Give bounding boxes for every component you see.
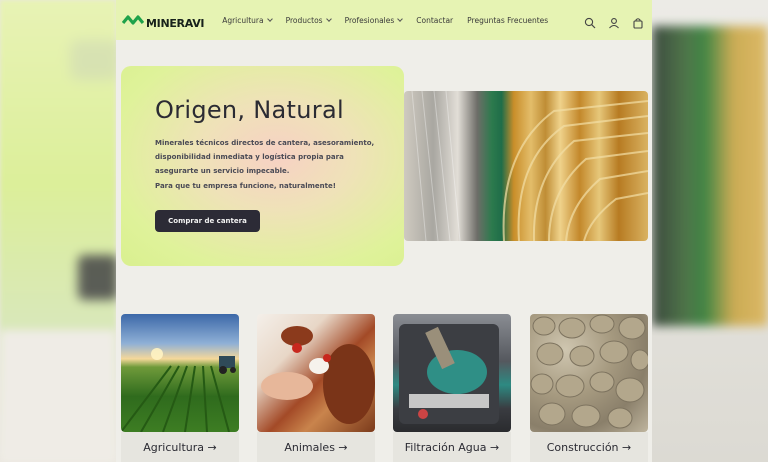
nav-item-agricultura[interactable]: Agricultura (222, 15, 273, 25)
logo[interactable]: MINERAVI (121, 11, 205, 30)
hero-title: Origen, Natural (155, 96, 344, 124)
nav-label: Agricultura (222, 15, 264, 25)
blurred-background-left (0, 0, 120, 462)
logo-text: MINERAVI (146, 16, 205, 30)
hero-panel: Origen, Natural Minerales técnicos direc… (121, 66, 404, 266)
page: MINERAVI Agricultura Productos Profesion… (116, 0, 652, 462)
nav-label: Productos (285, 15, 323, 25)
category-card-filtracion-agua[interactable]: Filtración Agua → (393, 314, 511, 462)
cart-icon[interactable] (632, 14, 644, 29)
category-label: Construcción → (530, 432, 648, 462)
shop-quarry-button[interactable]: Comprar de cantera (155, 210, 260, 232)
account-icon[interactable] (608, 14, 620, 29)
main-nav: Agricultura Productos Profesionales Cont… (222, 16, 584, 25)
hero-tagline: Para que tu empresa funcione, naturalmen… (155, 182, 336, 190)
water-filtration-image (393, 314, 511, 432)
nav-item-productos[interactable]: Productos (285, 15, 332, 25)
search-icon[interactable] (584, 14, 596, 29)
animals-image (257, 314, 375, 432)
chevron-down-icon (397, 15, 404, 22)
construction-image (530, 314, 648, 432)
blurred-background-right (652, 0, 768, 462)
quarry-aerial-image (404, 91, 648, 241)
agriculture-image (121, 314, 239, 432)
logo-mark-icon (121, 13, 145, 27)
site-header: MINERAVI Agricultura Productos Profesion… (116, 0, 652, 40)
category-card-agricultura[interactable]: Agricultura → (121, 314, 239, 462)
category-card-construccion[interactable]: Construcción → (530, 314, 648, 462)
nav-item-contactar[interactable]: Contactar (416, 16, 453, 25)
header-icons (584, 14, 644, 29)
nav-item-profesionales[interactable]: Profesionales (344, 15, 404, 25)
category-label: Animales → (257, 432, 375, 462)
category-cards: Agricultura → Animales → Filtración Agua… (121, 314, 651, 462)
chevron-down-icon (266, 15, 273, 22)
nav-label: Profesionales (344, 15, 395, 25)
nav-item-preguntas-frecuentes[interactable]: Preguntas Frecuentes (467, 16, 548, 25)
hero-description: Minerales técnicos directos de cantera, … (155, 139, 375, 175)
nav-label: Contactar (416, 15, 454, 25)
chevron-down-icon (325, 15, 332, 22)
nav-label: Preguntas Frecuentes (467, 15, 549, 25)
category-card-animales[interactable]: Animales → (257, 314, 375, 462)
category-label: Agricultura → (121, 432, 239, 462)
category-label: Filtración Agua → (393, 432, 511, 462)
